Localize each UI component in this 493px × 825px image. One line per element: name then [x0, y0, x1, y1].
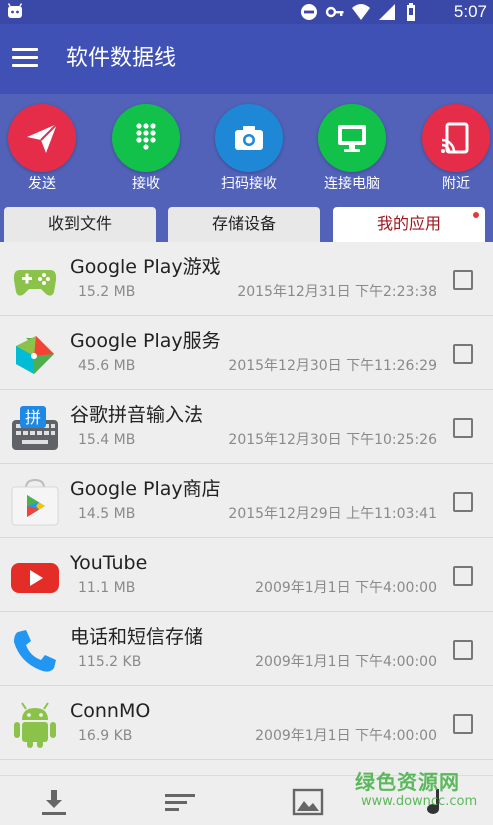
scan-receive-button[interactable]: 扫码接收 [213, 104, 285, 194]
send-button[interactable]: 发送 [6, 104, 78, 194]
app-name: Google Play商店 [70, 478, 221, 500]
tab-my-apps[interactable]: 我的应用 [333, 207, 485, 242]
wifi-icon [351, 2, 371, 22]
pinyin-keyboard-icon: 拼 [12, 406, 58, 450]
download-icon[interactable] [38, 788, 70, 816]
signal-icon [377, 2, 397, 22]
app-size: 16.9 KB [78, 728, 133, 744]
app-name: YouTube [70, 552, 148, 574]
dialpad-icon [112, 104, 180, 172]
list-item[interactable]: Google Play服务 45.6 MB 2015年12月30日 下午11:2… [0, 316, 493, 390]
play-games-icon [13, 270, 57, 296]
youtube-icon [11, 563, 59, 593]
app-size: 11.1 MB [78, 580, 136, 596]
list-item[interactable]: ConnMO 16.9 KB 2009年1月1日 下午4:00:00 [0, 686, 493, 760]
app-name: ConnMO [70, 700, 151, 722]
page-title: 软件数据线 [66, 46, 177, 71]
android-icon [7, 3, 23, 18]
status-time: 5:07 [453, 2, 487, 21]
app-size: 15.2 MB [78, 284, 136, 300]
select-checkbox[interactable] [453, 492, 473, 512]
receive-button[interactable]: 接收 [110, 104, 182, 194]
status-bar: 5:07 [0, 0, 493, 24]
app-list: Google Play游戏 15.2 MB 2015年12月31日 下午2:23… [0, 242, 493, 775]
app-name: Google Play游戏 [70, 256, 221, 278]
key-icon [325, 2, 345, 22]
connect-pc-button[interactable]: 连接电脑 [316, 104, 388, 194]
send-icon [8, 104, 76, 172]
app-date: 2009年1月1日 下午4:00:00 [255, 728, 437, 744]
battery-icon [403, 2, 423, 22]
select-checkbox[interactable] [453, 566, 473, 586]
list-item[interactable]: 电话和短信存储 115.2 KB 2009年1月1日 下午4:00:00 [0, 612, 493, 686]
list-item[interactable]: YouTube 11.1 MB 2009年1月1日 下午4:00:00 [0, 538, 493, 612]
tab-bar: 收到文件 存储设备 我的应用 [0, 200, 493, 242]
app-size: 14.5 MB [78, 506, 136, 522]
play-store-icon [11, 478, 59, 526]
app-date: 2009年1月1日 下午4:00:00 [255, 580, 437, 596]
app-date: 2015年12月31日 下午2:23:38 [237, 284, 437, 300]
nearby-button[interactable]: 附近 [420, 104, 492, 194]
list-item[interactable]: Google Play游戏 15.2 MB 2015年12月31日 下午2:23… [0, 242, 493, 316]
connect-pc-label: 连接电脑 [324, 176, 380, 192]
scan-receive-label: 扫码接收 [221, 176, 277, 192]
sort-icon[interactable] [164, 788, 196, 816]
list-item[interactable]: Google Play商店 14.5 MB 2015年12月29日 上午11:0… [0, 464, 493, 538]
phone-icon [14, 630, 56, 672]
monitor-icon [318, 104, 386, 172]
app-date: 2015年12月30日 下午10:25:26 [228, 432, 437, 448]
watermark-url: www.downcc.com [361, 794, 478, 809]
send-label: 发送 [28, 176, 56, 192]
app-name: 谷歌拼音输入法 [70, 404, 204, 426]
cast-icon [422, 104, 490, 172]
app-date: 2009年1月1日 下午4:00:00 [255, 654, 437, 670]
select-checkbox[interactable] [453, 344, 473, 364]
select-checkbox[interactable] [453, 270, 473, 290]
app-name: 电话和短信存储 [70, 626, 204, 648]
tab-my-apps-label: 我的应用 [376, 214, 441, 233]
select-checkbox[interactable] [453, 418, 473, 438]
camera-icon [215, 104, 283, 172]
do-not-disturb-icon [299, 2, 319, 22]
watermark: 绿色资源网 www.downcc.com [355, 770, 485, 822]
tab-received-files[interactable]: 收到文件 [4, 207, 156, 242]
app-size: 115.2 KB [78, 654, 142, 670]
app-size: 15.4 MB [78, 432, 136, 448]
select-checkbox[interactable] [453, 640, 473, 660]
play-services-icon [16, 336, 54, 374]
app-date: 2015年12月29日 上午11:03:41 [228, 506, 437, 522]
app-date: 2015年12月30日 下午11:26:29 [228, 358, 437, 374]
list-item[interactable]: 拼 谷歌拼音输入法 15.4 MB 2015年12月30日 下午10:25:26 [0, 390, 493, 464]
tab-storage-devices[interactable]: 存储设备 [168, 207, 320, 242]
image-icon[interactable] [292, 788, 324, 816]
nearby-label: 附近 [442, 176, 470, 192]
app-bar: 软件数据线 [0, 24, 493, 94]
pinyin-icon-text: 拼 [25, 408, 41, 427]
watermark-text: 绿色资源网 [355, 770, 460, 794]
notification-dot [473, 212, 479, 218]
android-robot-icon [14, 702, 56, 748]
select-checkbox[interactable] [453, 714, 473, 734]
app-name: Google Play服务 [70, 330, 221, 352]
receive-label: 接收 [132, 176, 160, 192]
menu-icon[interactable] [12, 48, 38, 70]
quick-actions: 发送 接收 扫码接收 连接电脑 附近 [0, 94, 493, 200]
app-size: 45.6 MB [78, 358, 136, 374]
